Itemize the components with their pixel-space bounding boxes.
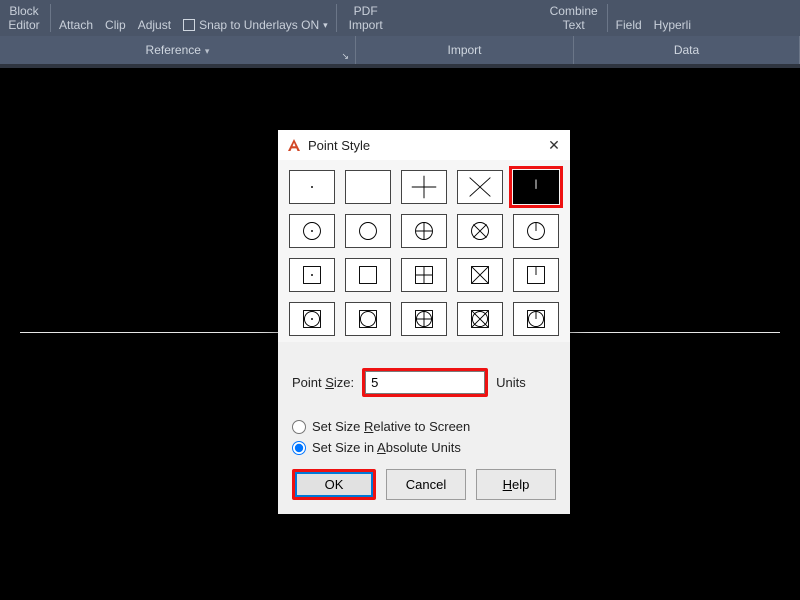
units-label: Units — [496, 375, 526, 390]
ribbon-adjust[interactable]: Adjust — [132, 0, 177, 32]
separator — [607, 4, 608, 32]
ribbon-row: Block Editor Attach Clip Adjust Snap to … — [0, 0, 800, 36]
ribbon-label: Editor — [8, 18, 39, 32]
panel-label: Data — [674, 43, 699, 57]
ribbon-label: Import — [349, 18, 383, 32]
accel-s: S — [325, 375, 334, 390]
point-style-grid — [278, 160, 570, 342]
radio-relative-input[interactable] — [292, 420, 306, 434]
style-circle[interactable] — [345, 214, 391, 248]
separator — [50, 4, 51, 32]
style-circle-tick[interactable] — [513, 214, 559, 248]
highlight-point-size — [362, 368, 488, 397]
ribbon-hyperlink[interactable]: Hyperli — [648, 0, 697, 32]
help-button[interactable]: Help — [476, 469, 556, 500]
style-square-circle-x[interactable] — [457, 302, 503, 336]
ribbon-label: Field — [616, 18, 642, 32]
separator — [336, 4, 337, 32]
ribbon-panels: Reference ↘ Import Data — [0, 36, 800, 64]
highlight-ok: OK — [292, 469, 376, 500]
panel-reference[interactable]: Reference ↘ — [0, 36, 356, 64]
style-square[interactable] — [345, 258, 391, 292]
style-circle-dot[interactable] — [289, 214, 335, 248]
point-size-input[interactable] — [365, 371, 485, 394]
dialog-title: Point Style — [308, 138, 532, 153]
autocad-app-icon — [286, 137, 302, 153]
style-plus[interactable] — [401, 170, 447, 204]
style-square-circle-dot[interactable] — [289, 302, 335, 336]
size-mode-radios: Set Size Relative to Screen Set Size in … — [278, 403, 570, 461]
ribbon-label: Snap to Underlays ON — [199, 18, 319, 32]
style-tick[interactable] — [513, 170, 559, 204]
ribbon-label: Adjust — [138, 18, 171, 32]
dialog-buttons: OK Cancel Help — [278, 461, 570, 514]
close-icon: ✕ — [548, 137, 560, 154]
ribbon-combine-text[interactable]: Combine Text — [543, 0, 605, 32]
ribbon: Block Editor Attach Clip Adjust Snap to … — [0, 0, 800, 68]
radio-relative[interactable]: Set Size Relative to Screen — [292, 419, 556, 434]
panel-label: Import — [447, 43, 481, 57]
ribbon-snap-underlays[interactable]: Snap to Underlays ON ▾ — [177, 0, 334, 32]
radio-relative-label: Set Size Relative to Screen — [312, 419, 470, 434]
panel-label: Reference — [146, 43, 210, 57]
style-square-circle-tick[interactable] — [513, 302, 559, 336]
radio-absolute-input[interactable] — [292, 441, 306, 455]
style-dot[interactable] — [289, 170, 335, 204]
chevron-down-icon: ▾ — [323, 18, 328, 32]
panel-import[interactable]: Import — [356, 36, 574, 64]
ribbon-label: Text — [563, 18, 585, 32]
ribbon-block-editor[interactable]: Block Editor — [0, 0, 48, 32]
close-button[interactable]: ✕ — [538, 130, 570, 160]
ribbon-field[interactable]: Field — [610, 0, 648, 32]
style-none[interactable] — [345, 170, 391, 204]
point-style-dialog: Point Style ✕ Point Size: — [278, 130, 570, 514]
point-size-label: Point Size: — [292, 375, 354, 390]
snap-icon — [183, 19, 195, 31]
radio-absolute[interactable]: Set Size in Absolute Units — [292, 440, 556, 455]
style-square-plus[interactable] — [401, 258, 447, 292]
ribbon-label: Clip — [105, 18, 126, 32]
style-square-circle[interactable] — [345, 302, 391, 336]
ribbon-disabled-group — [393, 0, 543, 32]
ribbon-label: Combine — [550, 4, 598, 18]
radio-absolute-label: Set Size in Absolute Units — [312, 440, 461, 455]
ribbon-label: Attach — [59, 18, 93, 32]
style-square-x[interactable] — [457, 258, 503, 292]
ribbon-label: PDF — [354, 4, 378, 18]
cancel-button[interactable]: Cancel — [386, 469, 466, 500]
ribbon-pdf-import[interactable]: PDF Import — [339, 0, 393, 32]
titlebar[interactable]: Point Style ✕ — [278, 130, 570, 160]
style-square-dot[interactable] — [289, 258, 335, 292]
ribbon-label: Hyperli — [654, 18, 691, 32]
style-circle-x[interactable] — [457, 214, 503, 248]
ribbon-label: Block — [9, 4, 38, 18]
style-square-tick[interactable] — [513, 258, 559, 292]
panel-data[interactable]: Data — [574, 36, 800, 64]
style-circle-plus[interactable] — [401, 214, 447, 248]
style-x[interactable] — [457, 170, 503, 204]
ok-button[interactable]: OK — [295, 472, 373, 497]
point-size-row: Point Size: Units — [278, 342, 570, 403]
style-square-circle-plus[interactable] — [401, 302, 447, 336]
ribbon-clip[interactable]: Clip — [99, 0, 132, 32]
ribbon-lower-edge — [0, 64, 800, 68]
ribbon-attach[interactable]: Attach — [53, 0, 99, 32]
